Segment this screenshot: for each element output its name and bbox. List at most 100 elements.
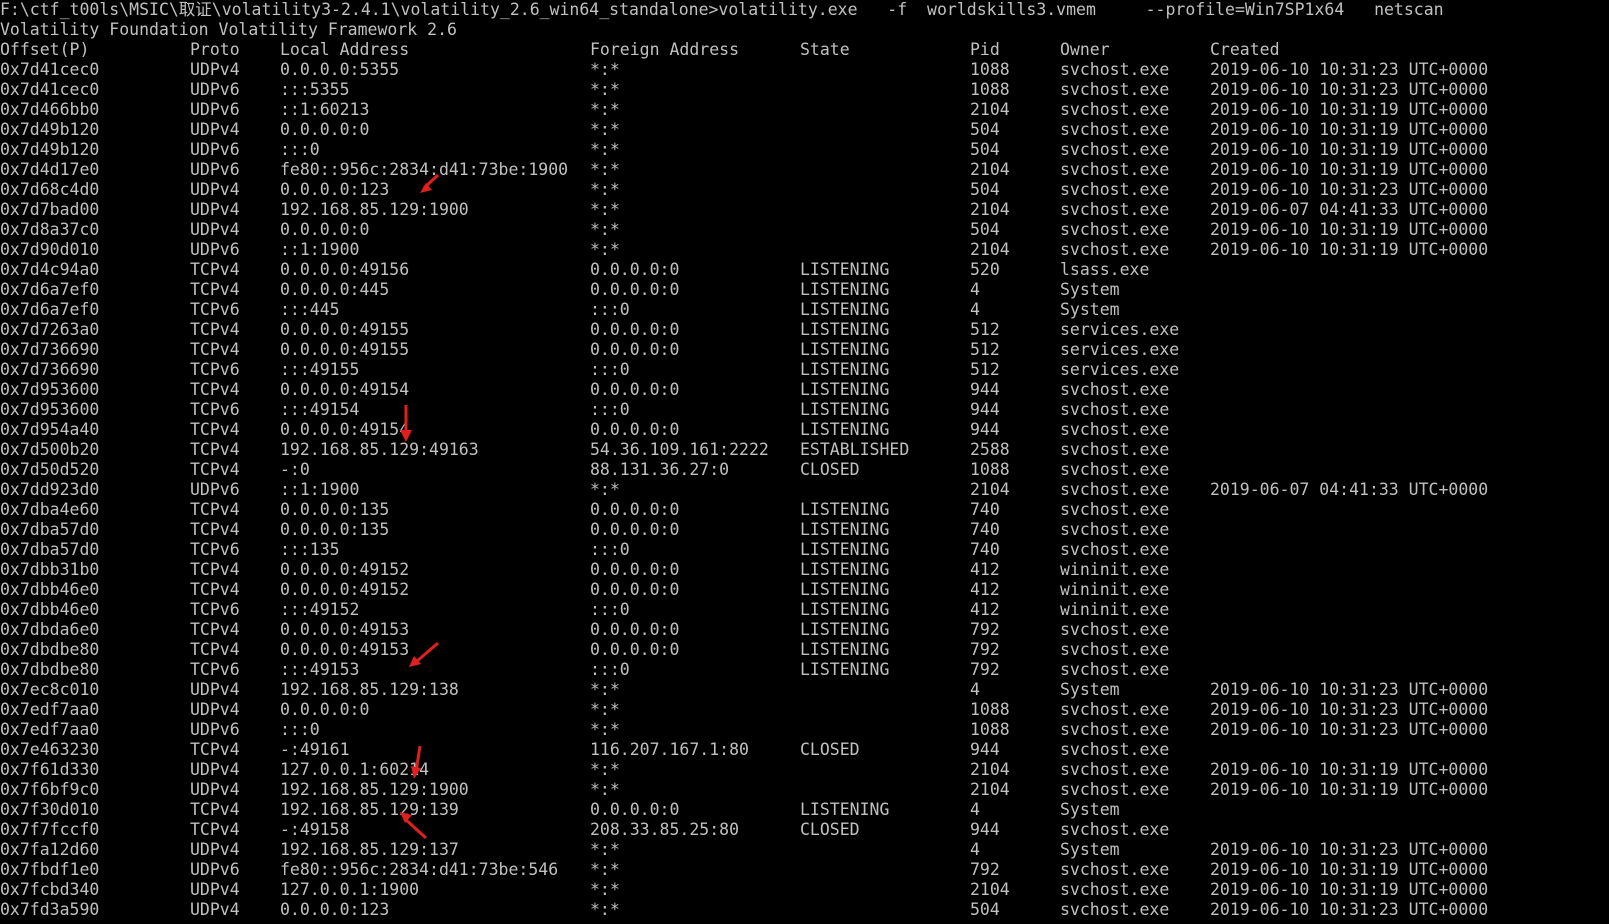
cell-proto: UDPv4 — [190, 780, 240, 799]
cell-foreign-address: :::0 — [590, 300, 630, 319]
cell-owner: svchost.exe — [1060, 820, 1170, 839]
table-row: 0x7d736690 TCPv6:::49155:::0 LISTENING 512 s… — [0, 360, 1609, 380]
cell-proto: TCPv6 — [190, 300, 240, 319]
cell-owner: svchost.exe — [1060, 220, 1170, 239]
table-row: 0x7fd3a590 UDPv4 0.0.0.0:123 *:* 504 svchost.… — [0, 900, 1609, 920]
cell-proto: UDPv4 — [190, 700, 240, 719]
table-row: 0x7d953600 TCPv6:::49154:::0 LISTENING 944 s… — [0, 400, 1609, 420]
cell-foreign-address: *:* — [590, 900, 620, 919]
cell-local-address: 192.168.85.129:1900 — [280, 780, 469, 799]
cell-local-address: fe80::956c:2834:d41:73be:546 — [280, 860, 559, 879]
cell-offset: 0x7f30d010 — [0, 800, 100, 819]
cell-state: LISTENING — [800, 560, 890, 579]
cell-created: 2019-06-10 10:31:23 UTC+0000 — [1210, 720, 1489, 739]
cell-state: ESTABLISHED — [800, 440, 910, 459]
header-created: Created — [1210, 40, 1280, 59]
cell-owner: services.exe — [1060, 340, 1180, 359]
cell-pid: 792 — [970, 640, 1000, 659]
cell-state: CLOSED — [800, 460, 860, 479]
table-row: 0x7f7fccf0 TCPv4 -:49158 208.33.85.25:80 CLO… — [0, 820, 1609, 840]
cell-foreign-address: *:* — [590, 700, 620, 719]
cell-proto: UDPv6 — [190, 720, 240, 739]
cell-foreign-address: *:* — [590, 760, 620, 779]
console-window[interactable]: F:\ctf_t00ls\MSIC\取证\volatility3-2.4.1\v… — [0, 0, 1609, 924]
cell-foreign-address: *:* — [590, 100, 620, 119]
cell-offset: 0x7d4d17e0 — [0, 160, 100, 179]
cell-created: 2019-06-10 10:31:19 UTC+0000 — [1210, 880, 1489, 899]
cell-local-address: fe80::956c:2834:d41:73be:1900 — [280, 160, 569, 179]
cell-owner: svchost.exe — [1060, 720, 1170, 739]
cell-owner: System — [1060, 680, 1120, 699]
cell-proto: UDPv4 — [190, 200, 240, 219]
cell-local-address: :::49153 — [280, 660, 360, 679]
cell-pid: 2104 — [970, 160, 1010, 179]
cell-offset: 0x7dd923d0 — [0, 480, 100, 499]
cell-pid: 504 — [970, 180, 1000, 199]
cell-offset: 0x7dba57d0 — [0, 540, 100, 559]
cell-local-address: 192.168.85.129:137 — [280, 840, 459, 859]
table-row: 0x7d41cec0 UDPv4 0.0.0.0:5355 *:* 1088 svchos… — [0, 60, 1609, 80]
cell-offset: 0x7fcbd340 — [0, 880, 100, 899]
cell-foreign-address: :::0 — [590, 660, 630, 679]
cell-state: LISTENING — [800, 520, 890, 539]
cell-foreign-address: *:* — [590, 80, 620, 99]
cell-state: LISTENING — [800, 500, 890, 519]
cell-pid: 520 — [970, 260, 1000, 279]
cell-proto: UDPv6 — [190, 860, 240, 879]
cell-proto: TCPv4 — [190, 620, 240, 639]
cell-foreign-address: :::0 — [590, 400, 630, 419]
cell-pid: 4 — [970, 800, 980, 819]
cell-local-address: -:49158 — [280, 820, 350, 839]
cell-offset: 0x7edf7aa0 — [0, 720, 100, 739]
table-row: 0x7dbb31b0 TCPv4 0.0.0.0:49152 0.0.0.0:0 LIS… — [0, 560, 1609, 580]
cell-offset: 0x7e463230 — [0, 740, 100, 759]
cell-local-address: 0.0.0.0:49155 — [280, 340, 410, 359]
cell-owner: svchost.exe — [1060, 120, 1170, 139]
cell-offset: 0x7dba4e60 — [0, 500, 100, 519]
cell-foreign-address: 0.0.0.0:0 — [590, 280, 680, 299]
cell-pid: 512 — [970, 340, 1000, 359]
header-state: State — [800, 40, 850, 59]
cell-local-address: 192.168.85.129:138 — [280, 680, 459, 699]
cell-created: 2019-06-10 10:31:23 UTC+0000 — [1210, 80, 1489, 99]
cell-pid: 1088 — [970, 720, 1010, 739]
table-row: 0x7d736690 TCPv4 0.0.0.0:49155 0.0.0.0:0 LIS… — [0, 340, 1609, 360]
cell-pid: 944 — [970, 380, 1000, 399]
cell-foreign-address: 0.0.0.0:0 — [590, 500, 680, 519]
cell-proto: UDPv4 — [190, 60, 240, 79]
cell-offset: 0x7dbdbe80 — [0, 660, 100, 679]
header-proto: Proto — [190, 40, 240, 59]
cell-offset: 0x7d7bad00 — [0, 200, 100, 219]
cell-pid: 504 — [970, 900, 1000, 919]
cell-foreign-address: *:* — [590, 240, 620, 259]
cell-proto: UDPv6 — [190, 140, 240, 159]
cell-pid: 740 — [970, 540, 1000, 559]
cell-proto: TCPv6 — [190, 600, 240, 619]
cell-local-address: :::49152 — [280, 600, 360, 619]
cell-offset: 0x7d68c4d0 — [0, 180, 100, 199]
cell-foreign-address: :::0 — [590, 540, 630, 559]
cell-created: 2019-06-10 10:31:23 UTC+0000 — [1210, 60, 1489, 79]
cell-pid: 792 — [970, 620, 1000, 639]
table-row: 0x7d49b120 UDPv4 0.0.0.0:0 *:* 504 svchost.ex… — [0, 120, 1609, 140]
cell-local-address: :::445 — [280, 300, 340, 319]
cell-state: LISTENING — [800, 260, 890, 279]
table-row: 0x7ec8c010 UDPv4 192.168.85.129:138 *:* 4 Sys… — [0, 680, 1609, 700]
cell-proto: TCPv6 — [190, 540, 240, 559]
cell-owner: services.exe — [1060, 320, 1180, 339]
cell-offset: 0x7d954a40 — [0, 420, 100, 439]
header-local-address: Local Address — [280, 40, 410, 59]
cell-foreign-address: *:* — [590, 220, 620, 239]
cell-owner: svchost.exe — [1060, 660, 1170, 679]
cell-state: LISTENING — [800, 280, 890, 299]
cell-owner: svchost.exe — [1060, 740, 1170, 759]
cell-offset: 0x7d466bb0 — [0, 100, 100, 119]
cell-pid: 1088 — [970, 700, 1010, 719]
cell-pid: 792 — [970, 660, 1000, 679]
cell-foreign-address: *:* — [590, 120, 620, 139]
table-row: 0x7d466bb0 UDPv6::1:60213 *:* 2104 svchost.e… — [0, 100, 1609, 120]
cell-owner: System — [1060, 280, 1120, 299]
cell-local-address: :::5355 — [280, 80, 350, 99]
cell-pid: 944 — [970, 820, 1000, 839]
cell-pid: 412 — [970, 580, 1000, 599]
